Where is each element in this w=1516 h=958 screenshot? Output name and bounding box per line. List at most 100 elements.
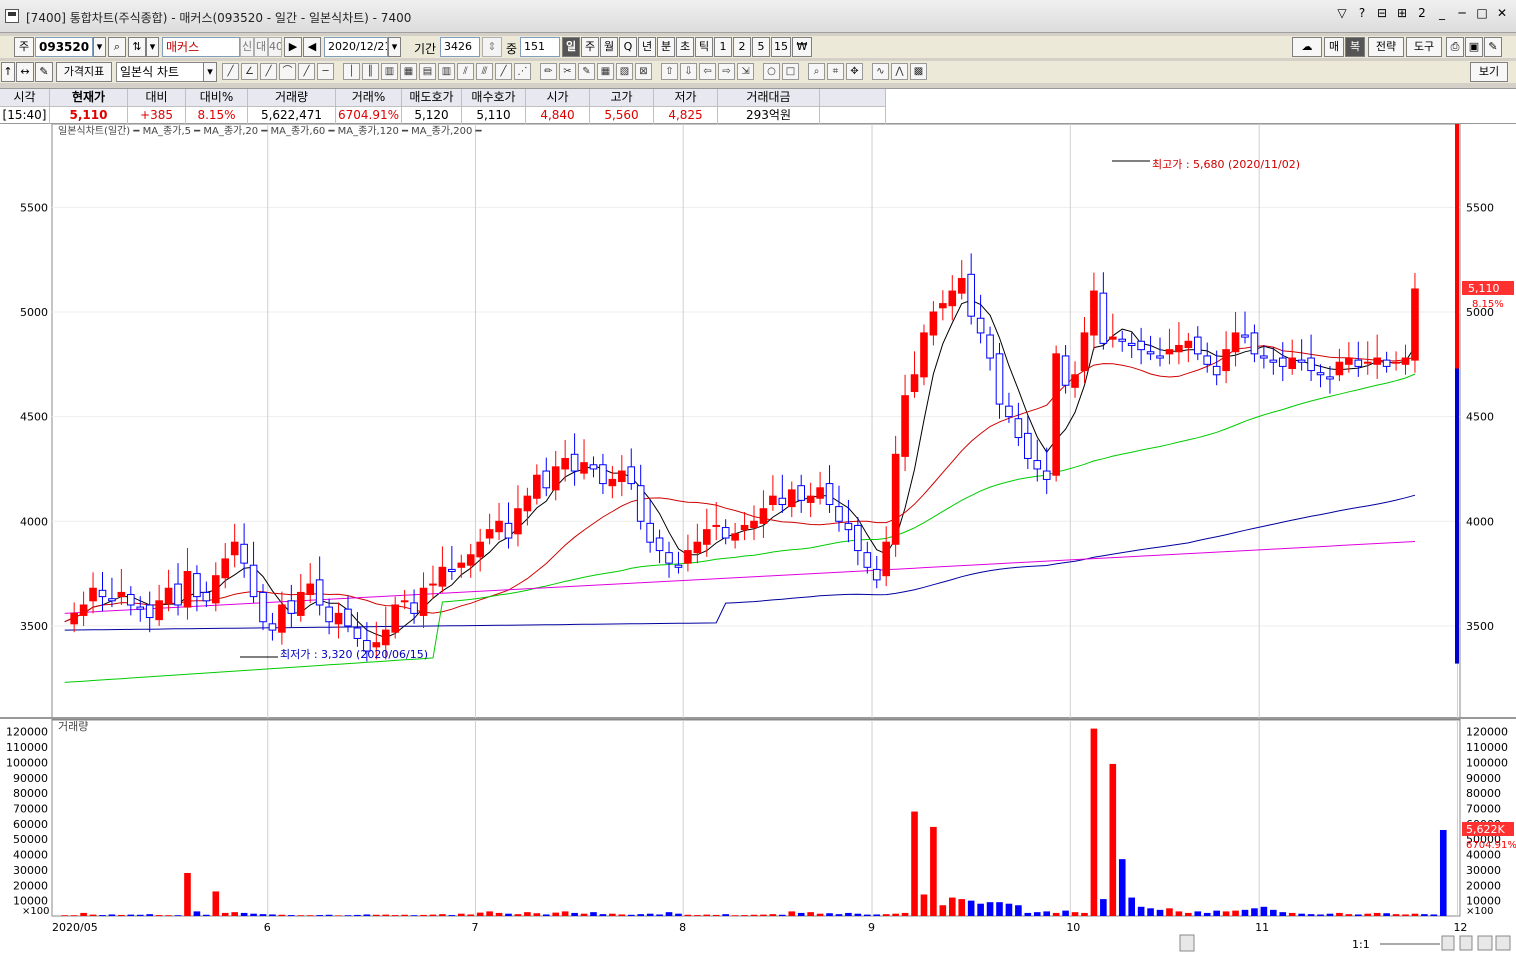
draw-fib-icon[interactable]: ▦: [597, 63, 614, 80]
market-type-button[interactable]: 주: [14, 37, 34, 57]
period-second-button[interactable]: 초: [676, 37, 694, 57]
sort-dropdown-icon[interactable]: ▾: [146, 37, 159, 57]
draw-delete-icon[interactable]: ⊠: [635, 63, 652, 80]
draw-cut-icon[interactable]: ✂: [559, 63, 576, 80]
period-day-button[interactable]: 일: [562, 37, 580, 57]
volume-tick-left: 30000: [13, 864, 48, 877]
draw-pattern-icon[interactable]: ⌗: [827, 63, 844, 80]
period-2-button[interactable]: 2: [733, 37, 751, 57]
dropdown-icon[interactable]: ▽: [1336, 6, 1348, 20]
strategy-button[interactable]: 전략: [1368, 37, 1404, 57]
price-indicator-button[interactable]: 가격지표: [56, 62, 112, 82]
print-icon[interactable]: ⎙: [1446, 37, 1464, 57]
tag-new[interactable]: 신: [240, 37, 254, 57]
candle-up: [702, 529, 711, 545]
draw-grid4-icon[interactable]: ▥: [438, 63, 455, 80]
stock-code-input[interactable]: 093520: [35, 37, 93, 57]
draw-line-icon[interactable]: ╱: [222, 63, 239, 80]
period-month-button[interactable]: 월: [600, 37, 618, 57]
draw-arc-icon[interactable]: ⌒: [279, 63, 296, 80]
draw-peak-icon[interactable]: ⋀: [891, 63, 908, 80]
view-button[interactable]: 보기: [1470, 62, 1508, 82]
candle-up: [372, 642, 381, 648]
draw-marker-icon[interactable]: ✎: [578, 63, 595, 80]
period-5-button[interactable]: 5: [752, 37, 770, 57]
period-tick-button[interactable]: 틱: [695, 37, 713, 57]
draw-down-icon[interactable]: ⇩: [680, 63, 697, 80]
period-year-button[interactable]: 년: [638, 37, 656, 57]
draw-fib2-icon[interactable]: ▧: [616, 63, 633, 80]
period-week-button[interactable]: 주: [581, 37, 599, 57]
chart-type-select[interactable]: 일본식 차트: [116, 62, 204, 82]
volume-legend: 거래량: [58, 720, 88, 733]
hdr-empty: [820, 89, 886, 107]
draw-circle-icon[interactable]: ○: [763, 63, 780, 80]
volume-bar: [174, 915, 182, 916]
cloud-icon[interactable]: ☁: [1292, 37, 1322, 57]
close-icon[interactable]: ✕: [1496, 6, 1508, 20]
draw-ray-icon[interactable]: ╱: [495, 63, 512, 80]
draw-parallel2-icon[interactable]: ⫻: [476, 63, 493, 80]
draw-hline-icon[interactable]: ─: [317, 63, 334, 80]
draw-dots-icon[interactable]: ⋰: [514, 63, 531, 80]
draw-pen-icon[interactable]: ✏: [540, 63, 557, 80]
tag-40[interactable]: 40: [268, 37, 282, 57]
help-icon[interactable]: ?: [1356, 6, 1368, 20]
code-dropdown-icon[interactable]: ▾: [93, 37, 106, 57]
chart-area[interactable]: 3500 3500 4000 4000 4500 4500 5000 5000 5500 5500…: [0, 124, 1516, 958]
tools-button[interactable]: 도구: [1406, 37, 1442, 57]
draw-fan-icon[interactable]: ╱: [298, 63, 315, 80]
draw-angle-icon[interactable]: ∠: [241, 63, 258, 80]
draw-trend-icon[interactable]: ╱: [260, 63, 277, 80]
draw-cross-icon[interactable]: ✥: [846, 63, 863, 80]
draw-grid1-icon[interactable]: ▥: [381, 63, 398, 80]
up-arrow-icon[interactable]: ↑: [1, 62, 15, 82]
period-15-button[interactable]: 15: [771, 37, 791, 57]
multi-button[interactable]: 복: [1345, 37, 1365, 57]
next-icon[interactable]: ▶: [284, 37, 302, 57]
edit-icon[interactable]: ✎: [35, 62, 53, 82]
draw-up-icon[interactable]: ⇧: [661, 63, 678, 80]
expand-icon[interactable]: ↔: [16, 62, 34, 82]
currency-button[interactable]: ₩: [792, 37, 812, 57]
draw-frame-icon[interactable]: ▩: [910, 63, 927, 80]
date-dropdown-icon[interactable]: ▾: [388, 37, 401, 57]
period-spin-icon[interactable]: ⇕: [482, 37, 502, 57]
period-minute-button[interactable]: 분: [657, 37, 675, 57]
wrench-icon[interactable]: ✎: [1484, 37, 1502, 57]
draw-grid2-icon[interactable]: ▦: [400, 63, 417, 80]
draw-zoom-icon[interactable]: ⌕: [808, 63, 825, 80]
draw-grid3-icon[interactable]: ▤: [419, 63, 436, 80]
maximize-icon[interactable]: □: [1476, 6, 1488, 20]
period-1-button[interactable]: 1: [714, 37, 732, 57]
period-input[interactable]: 3426: [440, 37, 480, 57]
volume-bar: [618, 914, 626, 916]
tile-icon[interactable]: ⊞: [1396, 6, 1408, 20]
link-icon[interactable]: 2: [1416, 6, 1428, 20]
date-input[interactable]: 2020/12/21: [324, 37, 388, 57]
pin-icon[interactable]: _: [1436, 6, 1448, 20]
volume-bar: [486, 911, 493, 916]
draw-jump-icon[interactable]: ⇲: [737, 63, 754, 80]
stock-chart[interactable]: 3500 35004000 40004500 45005000 50005500 5500…: [0, 124, 1516, 958]
sort-icon[interactable]: ⇅: [128, 37, 146, 57]
trade-button[interactable]: 매: [1324, 37, 1344, 57]
draw-rect-icon[interactable]: □: [782, 63, 799, 80]
period-quarter-button[interactable]: Q: [619, 37, 637, 57]
chart-type-dropdown-icon[interactable]: ▾: [203, 62, 217, 82]
layout-icon[interactable]: ⊟: [1376, 6, 1388, 20]
draw-channel-icon[interactable]: ║: [362, 63, 379, 80]
volume-bar: [854, 913, 862, 916]
draw-wave-icon[interactable]: ∿: [872, 63, 889, 80]
mid-input[interactable]: 151: [520, 37, 560, 57]
draw-parallel-icon[interactable]: ⫽: [457, 63, 474, 80]
prev-icon[interactable]: ◀: [303, 37, 321, 57]
volume-bar: [712, 914, 720, 916]
draw-right-icon[interactable]: ⇨: [718, 63, 735, 80]
minimize-icon[interactable]: ─: [1456, 6, 1468, 20]
tag-loan[interactable]: 대: [254, 37, 268, 57]
save-icon[interactable]: ▣: [1465, 37, 1483, 57]
draw-left-icon[interactable]: ⇦: [699, 63, 716, 80]
search-icon[interactable]: ⌕: [108, 37, 126, 57]
draw-vline-icon[interactable]: │: [343, 63, 360, 80]
